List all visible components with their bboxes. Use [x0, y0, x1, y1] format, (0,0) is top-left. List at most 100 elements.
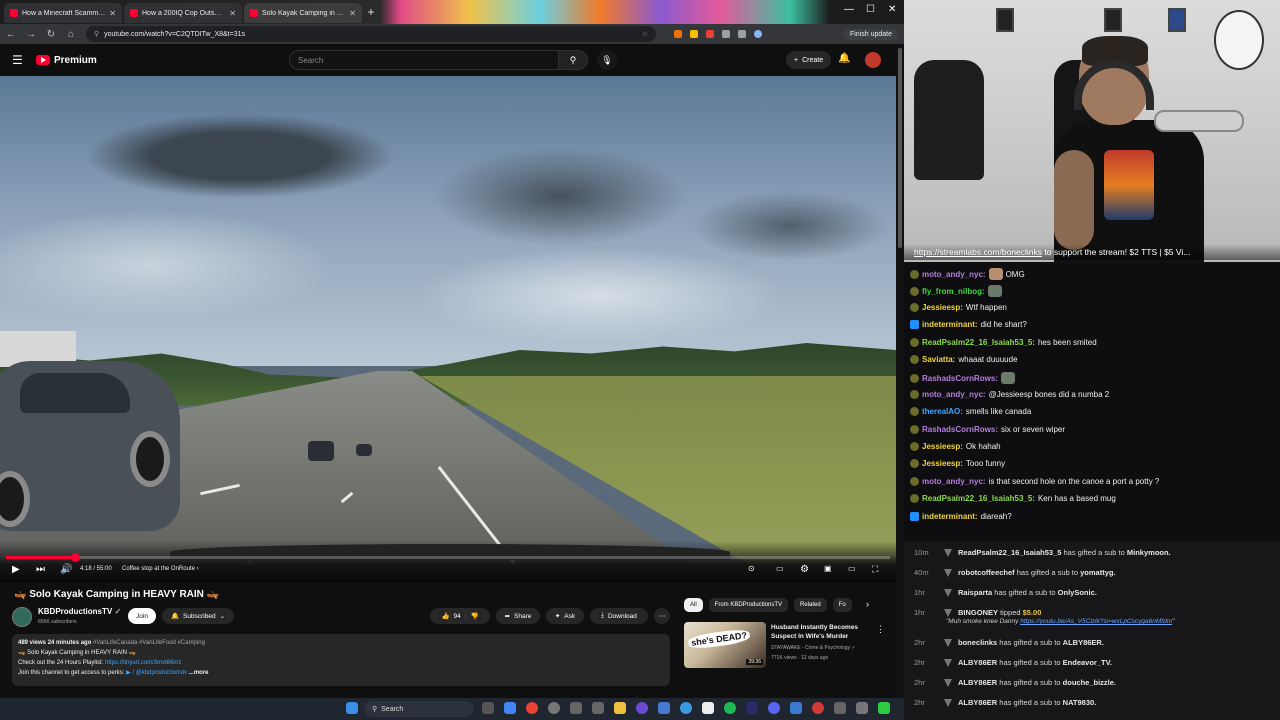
app-icon[interactable] [636, 702, 648, 714]
event-target[interactable]: Endeavor_TV. [1063, 658, 1112, 667]
ask-button[interactable]: ✦ Ask [546, 608, 584, 624]
video-player[interactable] [0, 76, 896, 581]
channel-link[interactable]: ▶ / @kbdproductionstv [126, 670, 187, 676]
voice-search-icon[interactable]: 🎙 [597, 50, 617, 70]
extension-icon[interactable] [706, 30, 714, 38]
notifications-bell-icon[interactable]: 🔔 [838, 53, 850, 64]
event-target[interactable]: douche_bizzle. [1063, 678, 1116, 687]
windows-start-icon[interactable] [346, 702, 358, 714]
event-target[interactable]: NAT9830. [1063, 698, 1097, 707]
chat-username[interactable]: moto_andy_nyc: [922, 477, 986, 486]
page-scrollbar[interactable] [896, 44, 904, 698]
progress-bar[interactable] [6, 553, 890, 562]
thumbs-down-icon[interactable]: 👎 [470, 612, 478, 620]
chrome-icon[interactable] [526, 702, 538, 714]
chat-username[interactable]: ReadPsalm22_16_Isaiah53_5: [922, 494, 1035, 503]
event-target[interactable]: Minkymoon. [1127, 548, 1171, 557]
app-icon[interactable] [878, 702, 890, 714]
reload-icon[interactable]: ↻ [46, 29, 56, 40]
search-input[interactable]: Search [289, 50, 559, 70]
chip-all[interactable]: All [684, 598, 703, 612]
theater-mode-icon[interactable]: ▭ [848, 564, 856, 573]
event-target[interactable]: ALBY86ER. [1063, 638, 1104, 647]
more-actions-icon[interactable]: ⋯ [654, 608, 670, 624]
browser-tab-active[interactable]: Solo Kayak Camping in HEA ✕ [244, 3, 362, 23]
event-user[interactable]: boneclinks [958, 638, 997, 647]
close-icon[interactable]: ✕ [349, 9, 356, 18]
recommended-video-title[interactable]: Husband Instantly Becomes Suspect In Wif… [771, 623, 871, 641]
like-dislike-button[interactable]: 👍 94 | 👎 [430, 608, 490, 624]
app-icon[interactable] [856, 702, 868, 714]
join-button[interactable]: Join [128, 608, 156, 624]
site-info-icon[interactable]: ⚲ [94, 30, 99, 38]
recommended-channel[interactable]: STAYAWAKE - Crime & Psychology ✓ [771, 645, 856, 651]
chapter-button[interactable]: Coffee stop at the OnRoute › [122, 566, 199, 572]
settings-gear-icon[interactable]: ⚙ [800, 564, 809, 575]
chip-from-channel[interactable]: From KBDProductionsTV [708, 598, 789, 612]
event-user[interactable]: ALBY86ER [958, 658, 997, 667]
app-icon[interactable] [812, 702, 824, 714]
back-icon[interactable]: ← [6, 29, 16, 40]
autoplay-toggle-icon[interactable]: ⊙ [748, 564, 755, 573]
chat-username[interactable]: moto_andy_nyc: [922, 270, 986, 279]
new-tab-icon[interactable]: + [364, 5, 378, 19]
maximize-icon[interactable]: ☐ [866, 4, 875, 15]
download-button[interactable]: ⤓ Download [590, 608, 648, 624]
playlist-link[interactable]: https://tinyurl.com/3mvt66mz [105, 660, 181, 666]
miniplayer-icon[interactable]: ▣ [824, 564, 832, 573]
forward-icon[interactable]: → [26, 29, 36, 40]
app-icon[interactable] [680, 702, 692, 714]
recommended-video-thumbnail[interactable]: she's DEAD? 39:36 [684, 622, 766, 668]
chat-username[interactable]: Jessieesp: [922, 442, 963, 451]
puzzle-icon[interactable] [738, 30, 746, 38]
chat-username[interactable]: Saviatta: [922, 355, 955, 364]
app-icon[interactable] [746, 702, 758, 714]
captions-icon[interactable]: ▭ [776, 564, 784, 573]
channel-avatar[interactable] [12, 607, 32, 627]
taskbar-search[interactable]: ⚲ Search [364, 701, 474, 717]
url-field[interactable]: ⚲ youtube.com/watch?v=C2QTDITw_X8&t=31s … [86, 26, 656, 42]
youtube-logo[interactable]: Premium [36, 55, 97, 66]
extension-icon[interactable] [674, 30, 682, 38]
profile-icon[interactable] [754, 30, 762, 38]
extension-icon[interactable] [690, 30, 698, 38]
app-icon[interactable] [790, 702, 802, 714]
next-icon[interactable]: ⏭ [36, 564, 45, 575]
chat-username[interactable]: RashadsCornRows: [922, 425, 998, 434]
chat-username[interactable]: ReadPsalm22_16_Isaiah53_5: [922, 338, 1035, 347]
chat-username[interactable]: Jessieesp: [922, 303, 963, 312]
chat-username[interactable]: moto_andy_nyc: [922, 390, 986, 399]
app-icon[interactable] [834, 702, 846, 714]
app-icon[interactable] [702, 702, 714, 714]
event-target[interactable]: OnlySonic. [1058, 588, 1097, 597]
browser-tab[interactable]: How a Minecraft Scammer Stop ✕ [4, 3, 122, 23]
create-button[interactable]: + Create [786, 51, 832, 69]
progress-scrubber[interactable] [70, 553, 80, 562]
event-user[interactable]: ALBY86ER [958, 678, 997, 687]
close-window-icon[interactable]: ✕ [888, 4, 896, 15]
app-icon[interactable] [658, 702, 670, 714]
thumbs-up-icon[interactable]: 👍 [441, 612, 449, 620]
chat-username[interactable]: indeterminant: [922, 512, 978, 521]
file-explorer-icon[interactable] [614, 702, 626, 714]
event-target[interactable]: yomattyg. [1080, 568, 1115, 577]
fullscreen-icon[interactable]: ⛶ [872, 564, 878, 575]
spotify-icon[interactable] [724, 702, 736, 714]
chip-related[interactable]: Related [794, 598, 827, 612]
channel-name[interactable]: KBDProductionsTV ✓ [38, 607, 121, 616]
discord-icon[interactable] [768, 702, 780, 714]
app-icon[interactable] [504, 702, 516, 714]
play-icon[interactable]: ▶ [12, 564, 20, 575]
video-description[interactable]: 489 views 24 minutes ago #VanLifeCanada … [12, 634, 670, 686]
menu-icon[interactable]: ☰ [12, 53, 26, 67]
event-user[interactable]: robotcoffeechef [958, 568, 1015, 577]
chevron-right-icon[interactable]: › [866, 599, 869, 609]
minimize-icon[interactable]: — [844, 4, 854, 15]
share-button[interactable]: ➦ Share [496, 608, 540, 624]
account-avatar[interactable] [865, 52, 881, 68]
chat-username[interactable]: fly_from_nilbog: [922, 287, 985, 296]
chat-username[interactable]: Jessieesp: [922, 459, 963, 468]
close-icon[interactable]: ✕ [229, 9, 236, 18]
browser-tab[interactable]: How a 200IQ Cop Outsmarted ✕ [124, 3, 242, 23]
chat-username[interactable]: indeterminant: [922, 320, 978, 329]
